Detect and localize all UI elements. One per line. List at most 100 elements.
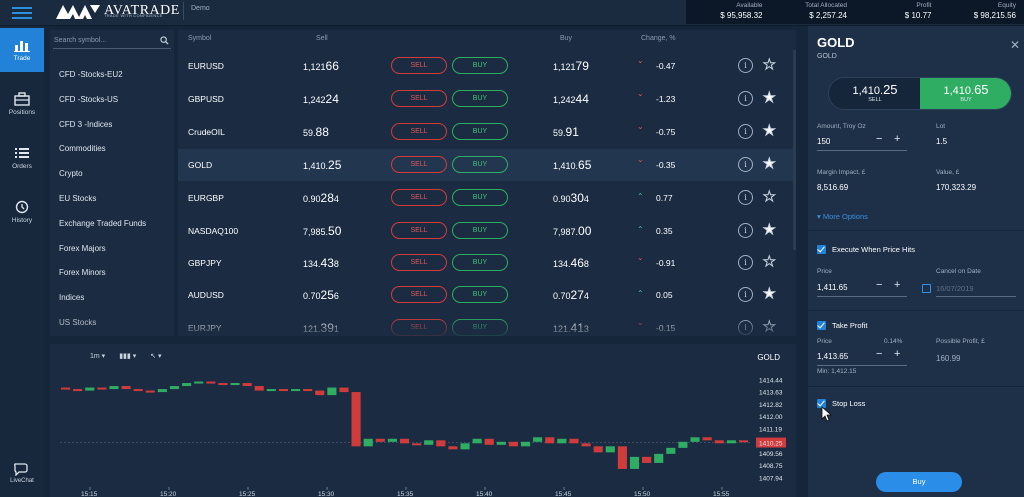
cancel-date-input[interactable]: 16/07/2019 [936, 284, 974, 293]
chart-bar-icon [14, 41, 30, 52]
table-row[interactable]: GBPUSD 1,24224 SELL BUY 1,24244 ⌄ -1.23 i ★ [178, 83, 796, 115]
nav-positions[interactable]: Positions [0, 82, 44, 126]
nav-orders[interactable]: Orders [0, 136, 44, 180]
buy-button[interactable]: BUY [452, 156, 508, 173]
buy-button[interactable]: BUY [452, 123, 508, 140]
category-item[interactable]: Indices [59, 293, 84, 305]
order-sell-price-big: 25 [883, 82, 898, 97]
category-item[interactable]: Forex Minors [59, 268, 106, 280]
star-icon[interactable]: ★ [763, 56, 777, 73]
buy-button[interactable]: BUY [452, 57, 508, 74]
nav-history[interactable]: History [0, 190, 44, 234]
info-icon[interactable]: i [738, 58, 753, 73]
category-item[interactable]: CFD 3 -Indices [59, 120, 112, 132]
execute-checkbox[interactable] [817, 245, 826, 254]
amount-increment[interactable]: + [894, 133, 900, 145]
tp-increment[interactable]: + [894, 348, 900, 360]
sell-button[interactable]: SELL [391, 57, 447, 74]
price-decrement[interactable]: − [876, 279, 882, 291]
price-increment[interactable]: + [894, 279, 900, 291]
info-icon[interactable]: i [738, 124, 753, 139]
take-profit-checkbox[interactable] [817, 321, 826, 330]
sell-button[interactable]: SELL [391, 286, 447, 303]
star-icon[interactable]: ★ [763, 89, 777, 106]
category-item[interactable]: US Stocks [59, 318, 96, 330]
info-icon[interactable]: i [738, 190, 753, 205]
buy-button[interactable]: Buy [876, 472, 962, 492]
star-icon[interactable]: ★ [763, 221, 777, 238]
cancel-checkbox[interactable] [922, 284, 931, 293]
order-sell-option[interactable]: 1,410.25 SELL [829, 78, 921, 109]
sell-button[interactable]: SELL [391, 90, 447, 107]
row-buy-price: 1,24244 [553, 92, 589, 106]
sell-button[interactable]: SELL [391, 156, 447, 173]
header-sell: Sell [316, 35, 328, 42]
buy-button[interactable]: BUY [452, 189, 508, 206]
search-icon[interactable] [160, 36, 169, 45]
table-row[interactable]: NASDAQ100 7,985.50 SELL BUY 7,987.00 ⌃ 0.35 i ★ [178, 215, 796, 247]
y-tick-label: 1410.25 [759, 441, 783, 448]
info-icon[interactable]: i [738, 255, 753, 270]
buy-price-main: 1,121 [553, 62, 576, 72]
category-item[interactable]: EU Stocks [59, 194, 96, 206]
star-icon[interactable]: ★ [763, 188, 777, 205]
close-icon[interactable]: ✕ [1010, 38, 1020, 52]
amount-decrement[interactable]: − [876, 133, 882, 145]
star-icon[interactable]: ★ [763, 155, 777, 172]
row-symbol: GOLD [188, 160, 213, 170]
table-row[interactable]: GOLD 1,410.25 SELL BUY 1,410.65 ⌄ -0.35 i ★ [178, 149, 796, 181]
candle [303, 389, 313, 392]
row-change: -0.91 [656, 258, 676, 268]
account-profit-label: Profit [916, 2, 932, 9]
buy-button[interactable]: BUY [452, 286, 508, 303]
sell-button[interactable]: SELL [391, 222, 447, 239]
buy-button[interactable]: BUY [452, 254, 508, 271]
category-item[interactable]: Crypto [59, 169, 83, 181]
category-item[interactable]: Commodities [59, 144, 106, 156]
info-icon[interactable]: i [738, 91, 753, 106]
category-item[interactable]: CFD -Stocks-EU2 [59, 70, 123, 82]
star-icon[interactable]: ★ [763, 122, 777, 139]
buy-button[interactable]: BUY [452, 222, 508, 239]
category-item[interactable]: Exchange Traded Funds [59, 219, 146, 231]
table-row[interactable]: CrudeOIL 59.88 SELL BUY 59.91 ⌄ -0.75 i ★ [178, 116, 796, 148]
amount-input[interactable]: 150 [817, 137, 830, 146]
category-item[interactable]: Forex Majors [59, 244, 106, 256]
info-icon[interactable]: i [738, 287, 753, 302]
nav-orders-label: Orders [12, 163, 32, 170]
buy-button[interactable]: BUY [452, 90, 508, 107]
candle [533, 437, 543, 442]
category-item[interactable]: CFD -Stocks-US [59, 95, 118, 107]
price-input[interactable]: 1,411.65 [817, 283, 848, 292]
nav-trade[interactable]: Trade [0, 28, 44, 72]
table-row[interactable]: GBPJPY 134.438 SELL BUY 134.468 ⌄ -0.91 i ★ [178, 247, 796, 279]
candle [157, 389, 167, 393]
buy-price-tail: 8 [583, 259, 589, 269]
candle [654, 453, 664, 463]
search-input[interactable]: Search symbol... [53, 33, 171, 49]
star-icon[interactable]: ★ [763, 285, 777, 302]
menu-icon[interactable] [0, 0, 44, 26]
star-icon[interactable]: ★ [763, 253, 777, 270]
more-options-toggle[interactable]: ▾ More Options [817, 212, 868, 221]
info-icon[interactable]: i [738, 157, 753, 172]
order-buy-option[interactable]: 1,410.65 BUY [920, 78, 1011, 109]
candle [230, 383, 240, 386]
candle [605, 446, 615, 453]
sell-price-main: 134. [303, 259, 321, 269]
buy-price-big: 79 [575, 59, 589, 73]
tp-decrement[interactable]: − [876, 348, 882, 360]
row-change: 0.05 [656, 290, 673, 300]
info-icon[interactable]: i [738, 223, 753, 238]
sell-button[interactable]: SELL [391, 123, 447, 140]
table-row[interactable]: EURUSD 1,12166 SELL BUY 1,12179 ⌄ -0.47 i ★ [178, 50, 796, 82]
sell-button[interactable]: SELL [391, 254, 447, 271]
table-row[interactable]: EURGBP 0.90284 SELL BUY 0.90304 ⌃ 0.77 i ★ [178, 182, 796, 214]
price-chart[interactable]: 1m ▾ ▮▮▮ ▾ ↖ ▾ GOLD 1414.44 1413.63 1412.8… [50, 344, 796, 497]
sell-button[interactable]: SELL [391, 189, 447, 206]
table-scrollbar[interactable] [793, 50, 796, 250]
table-row[interactable]: AUDUSD 0.70256 SELL BUY 0.70274 ⌃ 0.05 i ★ [178, 279, 796, 311]
tp-price-input[interactable]: 1,413.65 [817, 352, 848, 361]
order-sell-price-main: 1,410. [852, 85, 884, 97]
nav-livechat[interactable]: LiveChat [8, 462, 36, 484]
